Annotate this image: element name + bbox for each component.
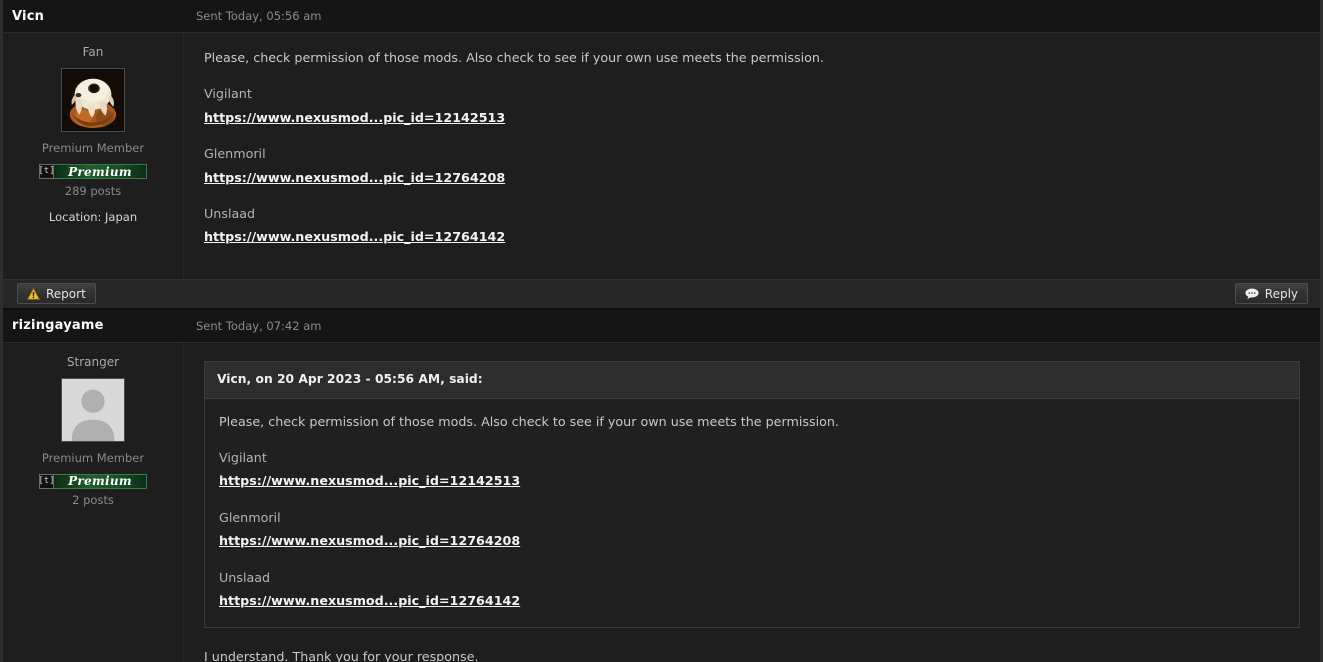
post-paragraph: I understand. Thank you for your respons… [204,648,479,662]
post-author-name[interactable]: Vicn [12,9,192,24]
mod-link[interactable]: https://www.nexusmod...pic_id=12142513 [204,109,505,127]
link-title: Glenmoril [204,146,266,162]
default-user-avatar-icon [62,378,124,441]
post-vicn: Vicn Sent Today, 05:56 am Fan Premium Me… [3,0,1320,309]
user-rank: Fan [82,45,104,59]
post-sidebar: Stranger Premium Member [t] Premium 2 po… [3,342,184,662]
avatar[interactable] [61,377,125,442]
speech-bubble-icon [1245,288,1259,300]
link-title: Unslaad [219,569,271,585]
premium-token-icon: [t] [38,473,55,489]
quote-block: Vicn, on 20 Apr 2023 - 05:56 AM, said: P… [204,360,1300,628]
quote-body: Please, check permission of those mods. … [205,398,1299,627]
member-status: Premium Member [41,141,145,155]
mod-link[interactable]: https://www.nexusmod...pic_id=12142513 [219,472,520,490]
post-body: Stranger Premium Member [t] Premium 2 po… [3,342,1320,662]
forum-thread-page: Vicn Sent Today, 05:56 am Fan Premium Me… [0,0,1323,662]
reply-button-label: Reply [1264,286,1298,301]
premium-badge-label: Premium [54,164,147,179]
warning-triangle-icon [27,287,40,300]
post-header: Vicn Sent Today, 05:56 am [3,0,1320,33]
mod-link[interactable]: https://www.nexusmod...pic_id=12764142 [204,228,505,246]
member-status: Premium Member [41,450,145,465]
reply-button[interactable]: Reply [1234,283,1308,305]
post-author-name[interactable]: rizingayame [12,318,192,333]
quote-link-group-vigilant: Vigilant https://www.nexusmod...pic_id=1… [219,449,1285,491]
post-content: Vicn, on 20 Apr 2023 - 05:56 AM, said: P… [184,343,1320,662]
premium-badge-label: Premium [54,473,147,489]
premium-badge: [t] Premium [38,164,147,180]
post-header: rizingayame Sent Today, 07:42 am [3,309,1320,343]
post-sidebar: Fan Premium Member [t] Premium 289 posts… [3,33,184,279]
quote-link-group-unslaad: Unslaad https://www.nexusmod...pic_id=12… [219,569,1285,611]
post-timestamp: Sent Today, 07:42 am [196,318,322,333]
quote-link-group-glenmoril: Glenmoril https://www.nexusmod...pic_id=… [219,509,1285,551]
post-count: 289 posts [64,183,122,198]
link-group-vigilant: Vigilant https://www.nexusmod...pic_id=1… [204,85,1300,127]
link-group-unslaad: Unslaad https://www.nexusmod...pic_id=12… [204,205,1300,247]
link-group-glenmoril: Glenmoril https://www.nexusmod...pic_id=… [204,145,1300,187]
mod-link[interactable]: https://www.nexusmod...pic_id=12764208 [204,169,505,187]
premium-token-icon: [t] [38,164,55,179]
post-body: Fan Premium Member [t] Premium 289 posts… [3,33,1320,279]
report-button[interactable]: Report [17,283,96,305]
mod-link[interactable]: https://www.nexusmod...pic_id=12764208 [219,532,520,550]
user-location: Location: Japan [48,209,138,224]
post-paragraph: Please, check permission of those mods. … [204,50,824,65]
mod-link[interactable]: https://www.nexusmod...pic_id=12764142 [219,592,520,610]
premium-badge: [t] Premium [38,473,147,489]
link-title: Vigilant [204,86,252,102]
report-button-label: Report [46,286,86,301]
quote-paragraph: Please, check permission of those mods. … [219,413,839,429]
user-rank: Stranger [66,354,120,369]
quote-header: Vicn, on 20 Apr 2023 - 05:56 AM, said: [205,361,1299,399]
post-timestamp: Sent Today, 05:56 am [196,9,322,23]
skull-avatar-icon [62,69,124,131]
post-footer-bar: Report Reply [3,278,1320,309]
post-count: 2 posts [72,493,114,508]
avatar[interactable] [61,68,125,132]
link-title: Vigilant [219,450,267,466]
link-title: Unslaad [204,206,256,222]
post-rizingayame: rizingayame Sent Today, 07:42 am Strange… [3,309,1320,662]
link-title: Glenmoril [219,509,281,525]
post-content: Please, check permission of those mods. … [184,33,1320,279]
